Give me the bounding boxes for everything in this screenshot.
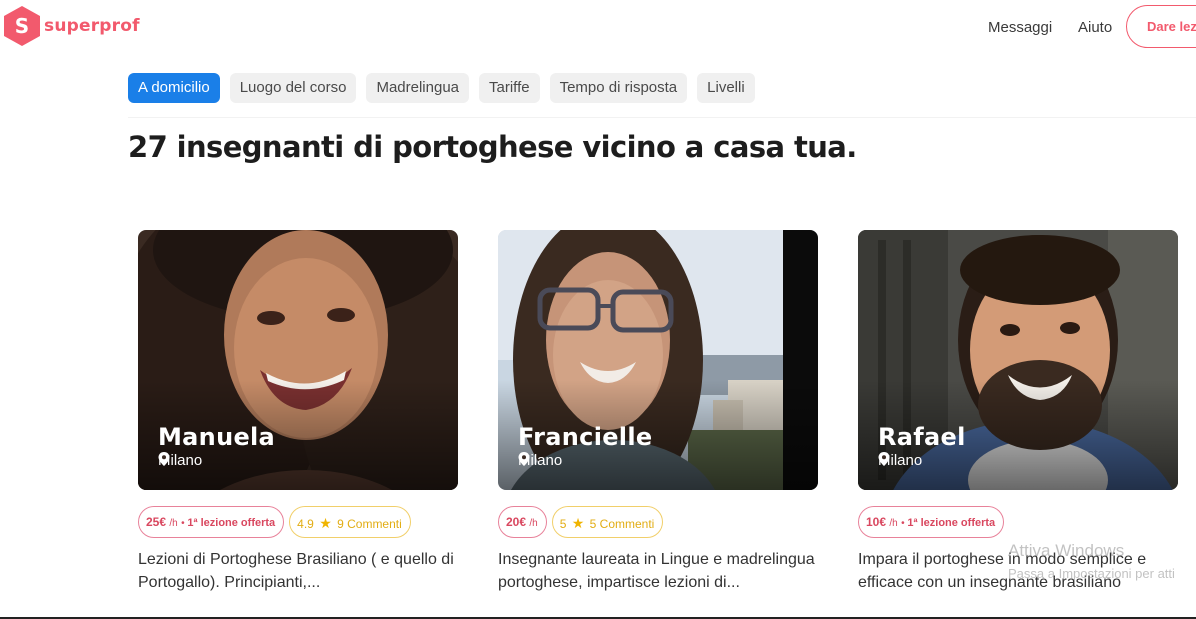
first-lesson-offer: 1ª lezione offerta xyxy=(187,517,276,529)
rating-value: 4.9 xyxy=(297,517,314,531)
filter-native[interactable]: Madrelingua xyxy=(366,73,470,103)
filter-home[interactable]: A domicilio xyxy=(128,73,220,103)
tutor-location: Milano xyxy=(878,452,922,469)
tutor-name: Manuela xyxy=(158,423,276,451)
nav-help-link[interactable]: Aiuto xyxy=(1078,19,1112,36)
logo-icon: S xyxy=(4,6,40,46)
location-pin-icon xyxy=(518,452,530,466)
price-badge: 25€ /h • 1ª lezione offerta xyxy=(138,506,285,538)
tutor-badges: 10€ /h • 1ª lezione offerta xyxy=(858,506,1009,538)
filter-place[interactable]: Luogo del corso xyxy=(229,73,357,103)
filter-levels[interactable]: Livelli xyxy=(697,73,755,103)
location-pin-icon xyxy=(878,452,890,466)
divider xyxy=(128,117,1196,118)
review-count: 9 Commenti xyxy=(337,517,402,531)
top-bar: S superprof Messaggi Aiuto Dare lez xyxy=(0,0,1196,56)
price-unit: /h xyxy=(889,518,898,529)
rating-badge: 5 ★ 5 Commenti xyxy=(551,506,664,538)
give-lessons-button[interactable]: Dare lez xyxy=(1126,5,1196,48)
price-amount: 25€ xyxy=(146,515,167,529)
tutor-name: Rafael xyxy=(878,423,966,451)
tutor-badges: 20€ /h 5 ★ 5 Commenti xyxy=(498,506,668,538)
first-lesson-offer: 1ª lezione offerta xyxy=(907,517,996,529)
price-badge: 10€ /h • 1ª lezione offerta xyxy=(858,506,1005,538)
tutor-name: Francielle xyxy=(518,423,653,451)
tutor-photo[interactable]: Rafael Milano xyxy=(858,230,1178,490)
windows-activation-title: Attiva Windows xyxy=(1008,541,1125,560)
tutor-photo[interactable]: Manuela Milano xyxy=(138,230,458,490)
rating-value: 5 xyxy=(559,517,567,531)
price-badge: 20€ /h xyxy=(498,506,547,538)
nav-messages-link[interactable]: Messaggi xyxy=(988,19,1052,36)
tutor-description[interactable]: Insegnante laureata in Lingue e madrelin… xyxy=(498,548,828,594)
tutor-photo[interactable]: Francielle Milano xyxy=(498,230,818,490)
superprof-logo[interactable]: S superprof xyxy=(4,6,140,46)
price-amount: 10€ xyxy=(866,515,887,529)
tutor-badges: 25€ /h • 1ª lezione offerta 4.9 ★ 9 Comm… xyxy=(138,506,416,538)
tutor-description[interactable]: Lezioni di Portoghese Brasiliano ( e que… xyxy=(138,548,468,594)
tutor-location: Milano xyxy=(158,452,202,469)
star-icon: ★ xyxy=(319,515,332,531)
price-unit: /h xyxy=(529,518,538,529)
filter-rates[interactable]: Tariffe xyxy=(479,73,540,103)
tutor-card[interactable]: Manuela Milano 25€ /h • 1ª lezione offer… xyxy=(138,230,458,591)
price-unit: /h xyxy=(169,518,178,529)
star-icon: ★ xyxy=(571,515,585,531)
price-amount: 20€ xyxy=(506,515,527,529)
windows-activation-subtitle: Passa a Impostazioni per atti xyxy=(1008,566,1175,581)
logo-text: superprof xyxy=(44,16,140,36)
tutor-card[interactable]: Rafael Milano 10€ /h • 1ª lezione offert… xyxy=(858,230,1178,591)
rating-badge: 4.9 ★ 9 Commenti xyxy=(289,506,411,538)
filter-bar: A domicilio Luogo del corso Madrelingua … xyxy=(128,73,765,103)
filter-response-time[interactable]: Tempo di risposta xyxy=(549,73,688,103)
review-count: 5 Commenti xyxy=(589,517,655,531)
location-pin-icon xyxy=(158,452,170,466)
page-title: 27 insegnanti di portoghese vicino a cas… xyxy=(128,130,857,164)
tutor-card[interactable]: Francielle Milano 20€ /h 5 ★ 5 Commenti … xyxy=(498,230,818,591)
tutor-location: Milano xyxy=(518,452,562,469)
